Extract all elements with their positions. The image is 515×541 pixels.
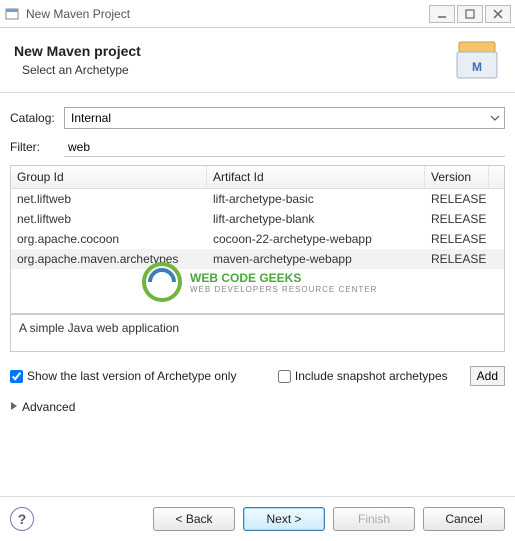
include-snapshot-label: Include snapshot archetypes [295,369,448,383]
col-group-id[interactable]: Group Id [11,166,207,188]
next-button[interactable]: Next > [243,507,325,531]
cell-artifactId: cocoon-22-archetype-webapp [207,231,425,247]
cell-groupId: net.liftweb [11,211,207,227]
page-title: New Maven project [14,43,453,59]
wizard-footer: ? < Back Next > Finish Cancel [0,496,515,541]
app-icon [4,6,20,22]
table-row[interactable]: net.liftweblift-archetype-basicRELEASE [11,189,504,209]
col-spacer [489,166,504,188]
cancel-button[interactable]: Cancel [423,507,505,531]
options-row: Show the last version of Archetype only … [10,366,505,386]
cell-artifactId: lift-archetype-basic [207,191,425,207]
window-controls [427,5,511,23]
maven-icon: M [453,38,501,82]
help-button[interactable]: ? [10,507,34,531]
close-button[interactable] [485,5,511,23]
svg-text:M: M [472,60,482,74]
col-artifact-id[interactable]: Artifact Id [207,166,425,188]
content-area: Catalog: Internal Filter: Group Id Artif… [0,93,515,414]
col-version[interactable]: Version [425,166,489,188]
back-button[interactable]: < Back [153,507,235,531]
cell-artifactId: maven-archetype-webapp [207,251,425,267]
archetype-description: A simple Java web application [10,314,505,352]
add-button[interactable]: Add [470,366,505,386]
titlebar: New Maven Project [0,0,515,28]
page-subtitle: Select an Archetype [22,63,453,77]
last-version-only-label: Show the last version of Archetype only [27,369,236,383]
maximize-button[interactable] [457,5,483,23]
catalog-label: Catalog: [10,111,64,125]
advanced-toggle[interactable]: Advanced [10,400,505,414]
include-snapshot-input[interactable] [278,370,291,383]
cell-version: RELEASE [425,251,489,267]
window-title: New Maven Project [26,7,427,21]
cell-groupId: org.apache.cocoon [11,231,207,247]
cell-groupId: org.apache.maven.archetypes [11,251,207,267]
last-version-only-input[interactable] [10,370,23,383]
catalog-value: Internal [71,111,111,125]
table-body: net.liftweblift-archetype-basicRELEASEne… [11,189,504,313]
finish-button[interactable]: Finish [333,507,415,531]
table-row[interactable]: org.apache.cocooncocoon-22-archetype-web… [11,229,504,249]
table-header: Group Id Artifact Id Version [11,166,504,189]
filter-input[interactable] [64,137,505,157]
catalog-select[interactable]: Internal [64,107,505,129]
cell-version: RELEASE [425,231,489,247]
triangle-right-icon [10,400,18,414]
cell-artifactId: lift-archetype-blank [207,211,425,227]
filter-label: Filter: [10,140,64,154]
minimize-button[interactable] [429,5,455,23]
cell-version: RELEASE [425,191,489,207]
advanced-label: Advanced [22,400,75,414]
include-snapshot-checkbox[interactable]: Include snapshot archetypes [278,369,448,383]
archetype-table: Group Id Artifact Id Version net.liftweb… [10,165,505,314]
cell-groupId: net.liftweb [11,191,207,207]
cell-version: RELEASE [425,211,489,227]
last-version-only-checkbox[interactable]: Show the last version of Archetype only [10,369,236,383]
chevron-down-icon [490,112,500,126]
wizard-header: New Maven project Select an Archetype M [0,28,515,93]
table-row[interactable]: net.liftweblift-archetype-blankRELEASE [11,209,504,229]
table-row[interactable]: org.apache.maven.archetypesmaven-archety… [11,249,504,269]
